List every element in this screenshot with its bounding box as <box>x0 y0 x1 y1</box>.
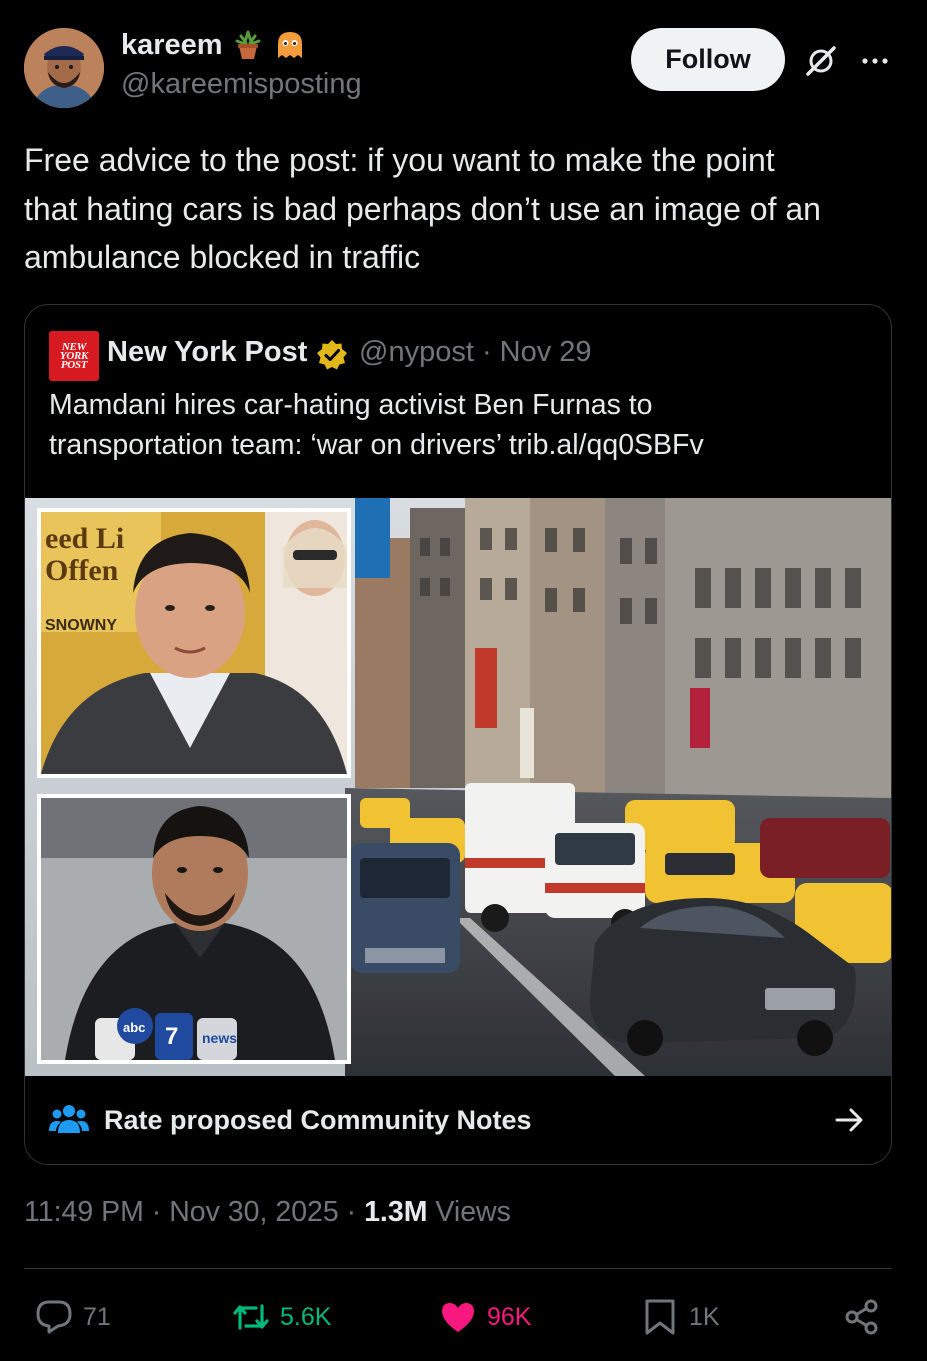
arrow-right-icon[interactable] <box>835 1106 865 1134</box>
svg-text:news: news <box>202 1030 237 1046</box>
follow-button[interactable]: Follow <box>631 28 785 91</box>
svg-text:abc: abc <box>123 1020 145 1035</box>
author-display-name[interactable]: kareem <box>121 28 307 62</box>
tweet-detail: kareem @kareemisposting Follow Free advi… <box>0 0 927 1361</box>
verified-badge-icon <box>317 340 347 370</box>
reply-icon <box>36 1300 72 1334</box>
repost-button[interactable]: 5.6K <box>232 1294 331 1340</box>
quoted-post[interactable]: NEW YORK POST New York Post @nypost · Nov … <box>24 304 892 1165</box>
svg-text:Offen: Offen <box>45 554 119 587</box>
views-label: Views <box>427 1196 511 1228</box>
svg-text:SNOWNY: SNOWNY <box>45 617 117 634</box>
community-notes-label[interactable]: Rate proposed Community Notes <box>104 1105 532 1136</box>
divider <box>24 1268 892 1269</box>
inset-photo-top: eed Li Offen SNOWNY <box>37 508 351 778</box>
post-text: Free advice to the post: if you want to … <box>24 142 821 275</box>
quoted-handle-date[interactable]: @nypost · Nov 29 <box>359 336 592 369</box>
svg-text:eed Li: eed Li <box>45 522 124 555</box>
author-handle[interactable]: @kareemisposting <box>121 68 362 101</box>
repost-count: 5.6K <box>280 1302 332 1331</box>
quoted-post-image[interactable]: eed Li Offen SNOWNY abc 7 news <box>25 498 891 1076</box>
post-meta: 11:49 PM · Nov 30, 2025 · 1.3M Views <box>24 1196 511 1229</box>
bookmark-button[interactable]: 1K <box>641 1294 720 1340</box>
grok-icon[interactable] <box>804 44 838 78</box>
reply-count: 71 <box>83 1302 111 1331</box>
repost-icon <box>233 1304 269 1330</box>
inset-photo-bottom: abc 7 news <box>37 794 351 1064</box>
like-count: 96K <box>487 1302 532 1331</box>
views-count: 1.3M <box>364 1196 428 1228</box>
nypost-logo-text: NEW YORK POST <box>59 340 89 371</box>
community-notes-icon <box>49 1105 89 1133</box>
share-button[interactable] <box>843 1294 881 1340</box>
quoted-author-name[interactable]: New York Post <box>107 336 307 369</box>
reply-button[interactable]: 71 <box>35 1294 111 1340</box>
potted-plant-emoji-icon <box>231 28 265 62</box>
quoted-post-text: Mamdani hires car-hating activist Ben Fu… <box>49 389 704 461</box>
author-avatar[interactable] <box>24 28 104 108</box>
bookmark-count: 1K <box>689 1302 720 1331</box>
ghost-emoji-icon <box>273 28 307 62</box>
community-notes-bar[interactable]: Rate proposed Community Notes <box>25 1076 891 1164</box>
post-timestamp[interactable]: 11:49 PM · Nov 30, 2025 · <box>24 1196 364 1228</box>
heart-icon <box>442 1303 474 1332</box>
more-icon[interactable] <box>858 48 892 74</box>
svg-text:7: 7 <box>165 1023 178 1050</box>
like-button[interactable]: 96K <box>439 1294 531 1340</box>
share-icon <box>845 1299 878 1335</box>
bookmark-icon <box>645 1299 675 1335</box>
nypost-logo: NEW YORK POST <box>49 331 99 381</box>
